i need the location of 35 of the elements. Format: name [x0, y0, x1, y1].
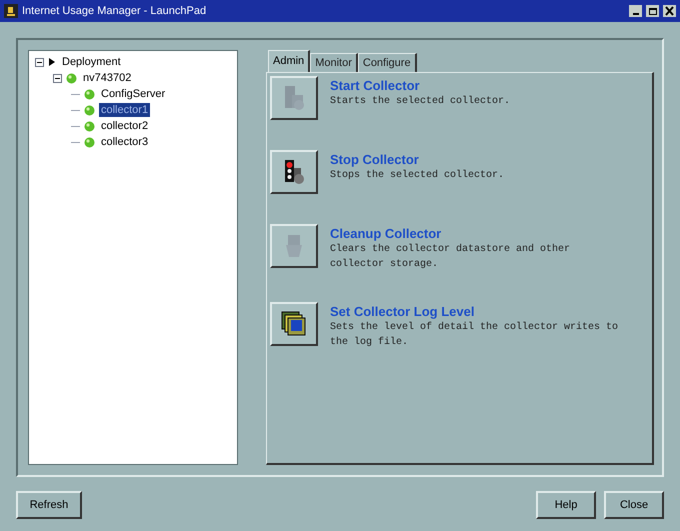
status-ball-icon	[66, 72, 77, 84]
broom-icon	[283, 233, 305, 259]
dialog-button[interactable]: Help	[536, 491, 596, 519]
dialog-button[interactable]: Close	[604, 491, 664, 519]
close-icon[interactable]	[663, 5, 676, 17]
tree-item[interactable]: nv743702	[81, 71, 134, 85]
status-ball-icon	[84, 88, 95, 100]
tree-item[interactable]: collector2	[99, 119, 150, 133]
action-description: Stops the selected collector.	[330, 168, 506, 183]
tab[interactable]: Configure	[358, 53, 417, 72]
server-icon	[283, 85, 305, 111]
status-ball-icon	[84, 120, 95, 132]
traffic-light-icon	[283, 159, 305, 185]
tab[interactable]: Monitor	[310, 53, 358, 72]
tree-toggle-icon[interactable]	[35, 58, 44, 66]
triangle-icon	[48, 57, 56, 67]
window-title: Internet Usage Manager - LaunchPad	[22, 4, 208, 19]
refresh-button[interactable]: Refresh	[16, 491, 82, 519]
maximize-icon[interactable]	[646, 5, 659, 17]
action-description: Clears the collector datastore and other collector storage.	[330, 242, 572, 272]
tab[interactable]: Admin	[268, 50, 310, 72]
status-ball-icon	[84, 104, 95, 116]
tree-item[interactable]: collector3	[99, 135, 150, 149]
stacked-squares-icon	[281, 311, 307, 337]
tree-item[interactable]: Deployment	[60, 55, 123, 69]
tree-toggle-icon[interactable]	[53, 74, 62, 82]
tree-item[interactable]: ConfigServer	[99, 87, 168, 101]
tree-item[interactable]: collector1	[99, 103, 150, 117]
minimize-icon[interactable]	[629, 5, 642, 17]
app-icon	[4, 4, 18, 18]
action-button[interactable]	[270, 150, 318, 194]
status-ball-icon	[84, 136, 95, 148]
action-button[interactable]	[270, 302, 318, 346]
action-description: Sets the level of detail the collector writes to the log file.	[330, 320, 620, 350]
action-description: Starts the selected collector.	[330, 94, 512, 109]
